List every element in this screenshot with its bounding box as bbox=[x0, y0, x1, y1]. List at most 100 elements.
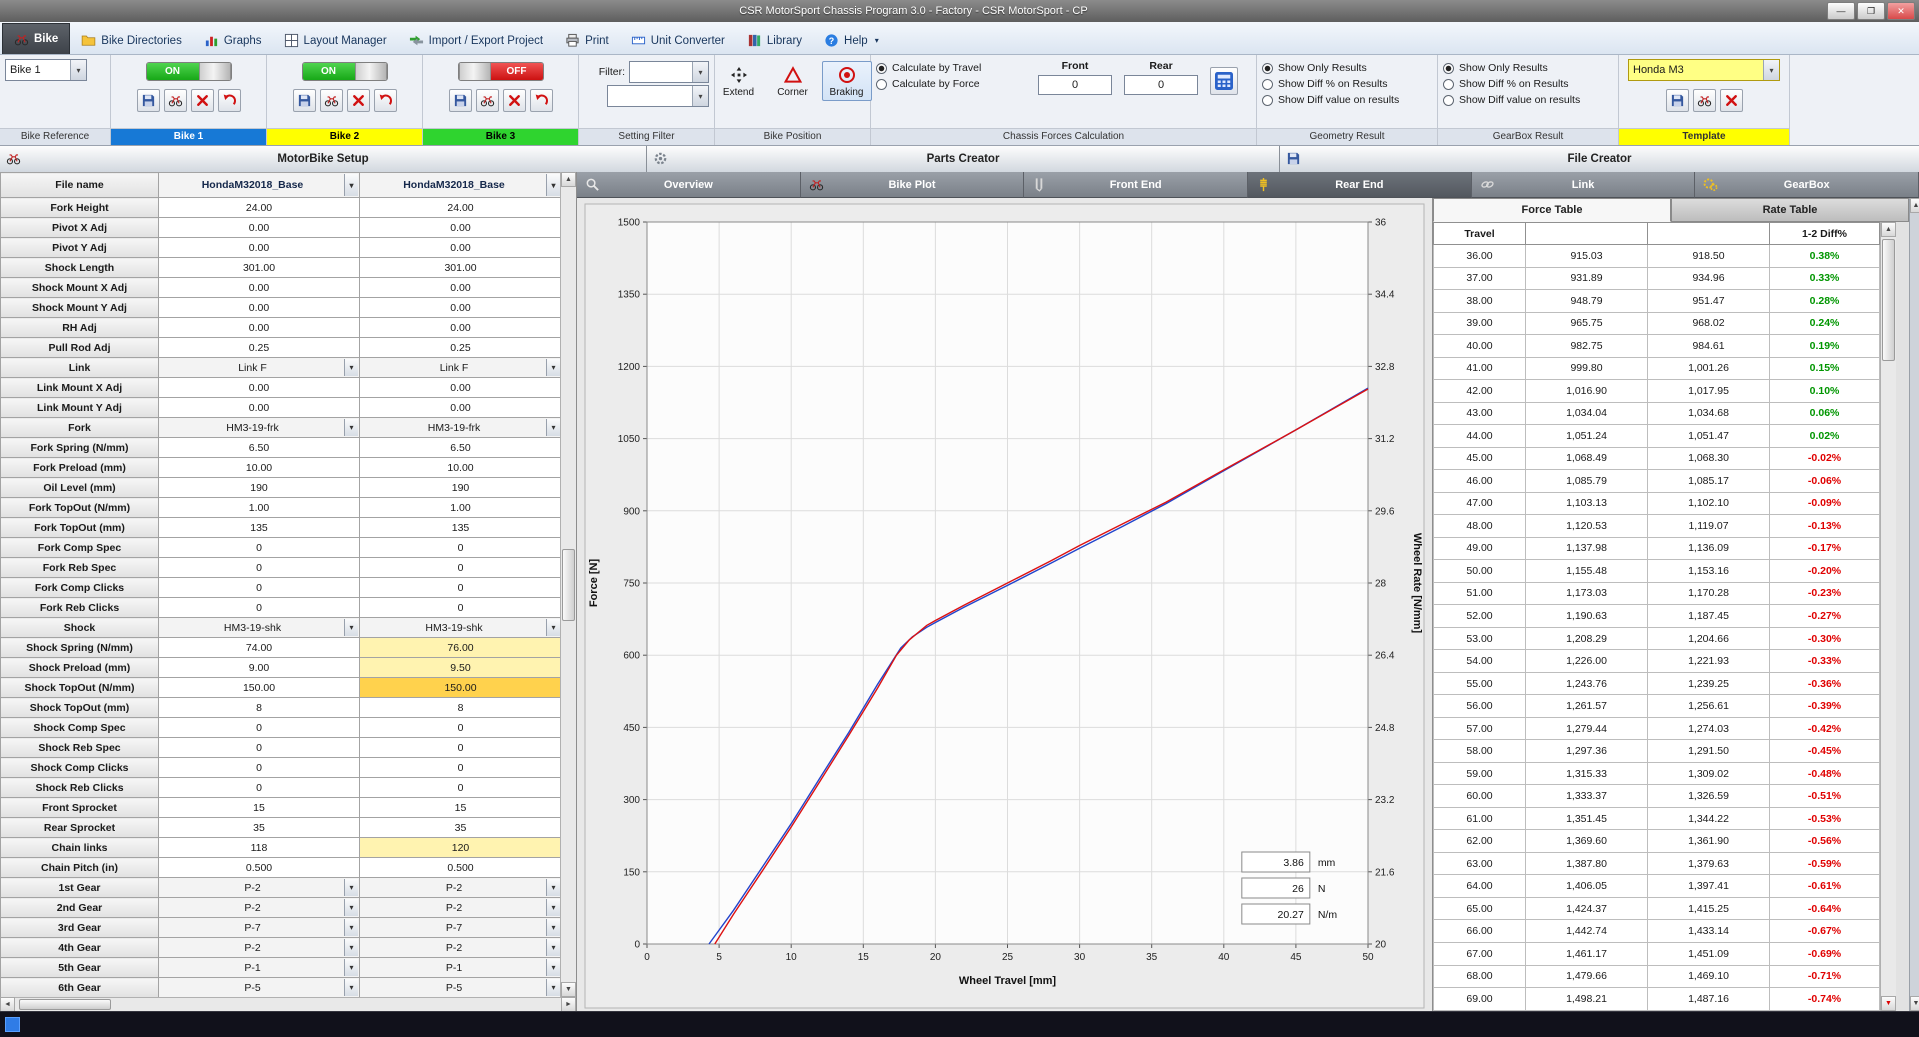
setup-value-bike1[interactable]: 0.00 bbox=[159, 238, 360, 258]
setup-value-bike1[interactable]: 10.00 bbox=[159, 458, 360, 478]
setup-value-bike2[interactable]: 301.00 bbox=[360, 258, 561, 278]
scroll-down-icon[interactable]: ▼ bbox=[1910, 996, 1919, 1011]
setup-value-bike1[interactable]: 0 bbox=[159, 538, 360, 558]
radio-show-diff-value-on-results[interactable]: Show Diff value on results bbox=[1443, 94, 1580, 106]
tab-gearbox[interactable]: GearBox bbox=[1695, 172, 1919, 198]
setup-value-bike2[interactable]: 150.00 bbox=[360, 678, 561, 698]
setup-value-bike1[interactable]: P-2 bbox=[159, 878, 360, 898]
setup-value-bike1[interactable]: HM3-19-frk bbox=[159, 418, 360, 438]
setup-value-bike2[interactable]: 0 bbox=[360, 558, 561, 578]
window-right-scrollbar[interactable]: ▲ ▼ bbox=[1909, 198, 1919, 1011]
setup-value-bike2[interactable]: P-7 bbox=[360, 918, 561, 938]
filter-dropdown[interactable]: ▾ bbox=[629, 61, 709, 83]
radio-calculate-by-force[interactable]: Calculate by Force bbox=[876, 78, 980, 90]
radio-show-diff-on-results[interactable]: Show Diff % on Results bbox=[1262, 78, 1388, 90]
delete-button[interactable] bbox=[503, 89, 526, 112]
setup-value-bike2[interactable]: 0.00 bbox=[360, 298, 561, 318]
setup-value-bike1[interactable]: 0.00 bbox=[159, 378, 360, 398]
tab-overview[interactable]: Overview bbox=[577, 172, 801, 198]
setup-value-bike2[interactable]: 120 bbox=[360, 838, 561, 858]
edit-bike-button[interactable] bbox=[476, 89, 499, 112]
tab-bike-plot[interactable]: Bike Plot bbox=[801, 172, 1025, 198]
ribbon-tab-unit-converter[interactable]: Unit Converter bbox=[620, 27, 736, 54]
radio-show-diff-on-results[interactable]: Show Diff % on Results bbox=[1443, 78, 1569, 90]
undo-button[interactable] bbox=[218, 89, 241, 112]
setup-value-bike1[interactable]: 0.00 bbox=[159, 318, 360, 338]
setup-vertical-scrollbar[interactable]: ▲ ▼ bbox=[560, 172, 576, 997]
tab-force-table[interactable]: Force Table bbox=[1433, 198, 1671, 222]
setup-value-bike1[interactable]: 0 bbox=[159, 778, 360, 798]
scroll-left-icon[interactable]: ◄ bbox=[0, 997, 15, 1012]
ribbon-tab-bike[interactable]: Bike bbox=[2, 23, 70, 54]
tab-front-end[interactable]: Front End bbox=[1024, 172, 1248, 198]
setup-value-bike1[interactable]: 0 bbox=[159, 558, 360, 578]
setup-value-bike2[interactable]: HM3-19-shk bbox=[360, 618, 561, 638]
setup-value-bike1[interactable]: 150.00 bbox=[159, 678, 360, 698]
ribbon-tab-graphs[interactable]: Graphs bbox=[193, 27, 273, 54]
setup-value-bike2[interactable]: 0 bbox=[360, 598, 561, 618]
ribbon-tab-import-export-project[interactable]: Import / Export Project bbox=[398, 27, 554, 54]
setup-value-bike2[interactable]: 8 bbox=[360, 698, 561, 718]
rear-force-input[interactable]: 0 bbox=[1124, 75, 1198, 95]
setup-value-bike2[interactable]: P-1 bbox=[360, 958, 561, 978]
bike-reference-selector[interactable]: Bike 1 ▾ bbox=[5, 59, 87, 81]
edit-bike-button[interactable] bbox=[164, 89, 187, 112]
setup-value-bike1[interactable]: 74.00 bbox=[159, 638, 360, 658]
minimize-button[interactable]: — bbox=[1827, 2, 1855, 20]
close-button[interactable]: ✕ bbox=[1887, 2, 1915, 20]
setup-value-bike2[interactable]: 0.00 bbox=[360, 398, 561, 418]
setup-value-bike1[interactable]: 0 bbox=[159, 758, 360, 778]
setup-value-bike2[interactable]: 0 bbox=[360, 778, 561, 798]
front-force-input[interactable]: 0 bbox=[1038, 75, 1112, 95]
scroll-down-icon[interactable]: ▼ bbox=[1881, 996, 1896, 1011]
bike-1-toggle[interactable]: ON bbox=[146, 62, 232, 81]
bike-3-toggle[interactable]: OFF bbox=[458, 62, 544, 81]
setup-value-bike2[interactable]: 9.50 bbox=[360, 658, 561, 678]
setup-value-bike1[interactable]: 8 bbox=[159, 698, 360, 718]
save-button[interactable] bbox=[449, 89, 472, 112]
delete-button[interactable] bbox=[191, 89, 214, 112]
setup-value-bike2[interactable]: 0.500 bbox=[360, 858, 561, 878]
setup-value-bike1[interactable]: 190 bbox=[159, 478, 360, 498]
ribbon-tab-library[interactable]: Library bbox=[736, 27, 813, 54]
extend-button[interactable]: Extend bbox=[714, 61, 764, 101]
setup-value-bike2[interactable]: P-2 bbox=[360, 938, 561, 958]
setup-value-bike2[interactable]: 0 bbox=[360, 738, 561, 758]
scroll-up-icon[interactable]: ▲ bbox=[1881, 222, 1896, 237]
calculate-button[interactable] bbox=[1210, 67, 1238, 95]
setup-value-bike2[interactable]: 1.00 bbox=[360, 498, 561, 518]
scrollbar-thumb[interactable] bbox=[1882, 239, 1895, 361]
corner-button[interactable]: Corner bbox=[768, 61, 818, 101]
scrollbar-thumb[interactable] bbox=[562, 549, 575, 621]
setup-value-bike1[interactable]: 0.500 bbox=[159, 858, 360, 878]
setup-value-bike2[interactable]: 0 bbox=[360, 758, 561, 778]
setup-value-bike2[interactable]: 15 bbox=[360, 798, 561, 818]
setup-value-bike1[interactable]: Link F bbox=[159, 358, 360, 378]
setup-value-bike1[interactable]: 301.00 bbox=[159, 258, 360, 278]
setup-value-bike1[interactable]: HondaM32018_Base bbox=[159, 173, 360, 198]
undo-button[interactable] bbox=[530, 89, 553, 112]
bike-2-toggle[interactable]: ON bbox=[302, 62, 388, 81]
save-button[interactable] bbox=[137, 89, 160, 112]
undo-button[interactable] bbox=[374, 89, 397, 112]
tab-link[interactable]: Link bbox=[1472, 172, 1696, 198]
tab-rear-end[interactable]: Rear End bbox=[1248, 172, 1472, 198]
setup-value-bike1[interactable]: P-2 bbox=[159, 938, 360, 958]
setup-value-bike2[interactable]: 135 bbox=[360, 518, 561, 538]
radio-show-diff-value-on-results[interactable]: Show Diff value on results bbox=[1262, 94, 1399, 106]
template-save-button[interactable] bbox=[1666, 89, 1689, 112]
setup-value-bike2[interactable]: 24.00 bbox=[360, 198, 561, 218]
template-delete-button[interactable] bbox=[1720, 89, 1743, 112]
scroll-up-icon[interactable]: ▲ bbox=[561, 172, 576, 187]
setup-value-bike2[interactable]: 0 bbox=[360, 538, 561, 558]
setup-value-bike1[interactable]: P-1 bbox=[159, 958, 360, 978]
setup-value-bike2[interactable]: P-2 bbox=[360, 898, 561, 918]
radio-show-only-results[interactable]: Show Only Results bbox=[1262, 62, 1367, 74]
setup-value-bike2[interactable]: 0.25 bbox=[360, 338, 561, 358]
setup-value-bike1[interactable]: 6.50 bbox=[159, 438, 360, 458]
setup-value-bike2[interactable]: 0.00 bbox=[360, 218, 561, 238]
maximize-button[interactable]: ❐ bbox=[1857, 2, 1885, 20]
edit-bike-button[interactable] bbox=[320, 89, 343, 112]
force-table-scrollbar[interactable]: ▲ ▼ bbox=[1880, 222, 1896, 1011]
setup-value-bike1[interactable]: P-2 bbox=[159, 898, 360, 918]
